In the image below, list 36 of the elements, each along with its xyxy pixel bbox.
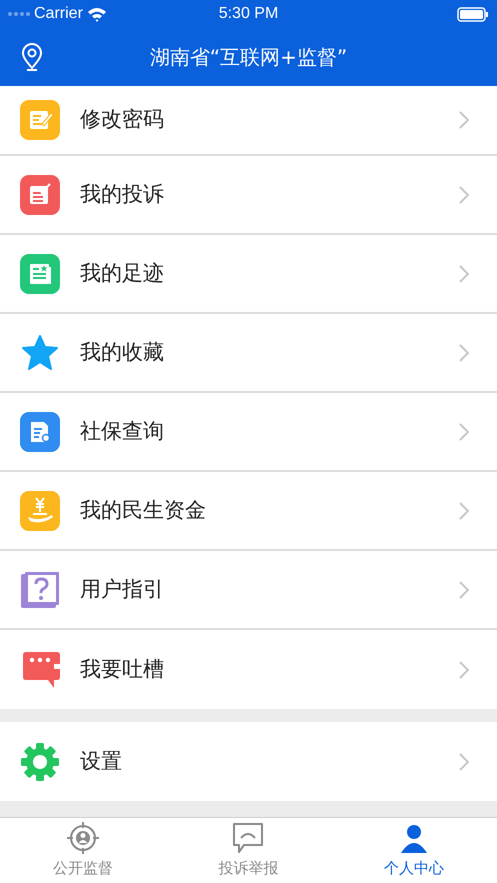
chat-bubble-icon xyxy=(231,821,266,856)
menu-item-label: 我的足迹 xyxy=(80,260,164,287)
chevron-icon xyxy=(459,502,469,520)
menu-item-label: 我的投诉 xyxy=(80,180,164,208)
chat-bubble-icon xyxy=(20,650,60,690)
menu-item-label: 用户指引 xyxy=(80,576,164,603)
menu-item-label: 我的收藏 xyxy=(80,338,164,366)
chevron-icon xyxy=(459,660,469,678)
tab-item[interactable]: 个人中心 xyxy=(331,818,497,883)
menu-item-label: 修改密码 xyxy=(80,106,164,134)
location-pin-icon[interactable] xyxy=(20,43,44,71)
chevron-icon xyxy=(459,752,469,770)
time-text: 5:30 PM xyxy=(218,4,278,24)
target-person-icon xyxy=(66,821,100,856)
question-icon xyxy=(20,570,60,610)
chevron-icon xyxy=(459,264,469,282)
chevron-icon xyxy=(459,580,469,598)
app-title: 湖南省“互联网+监督” xyxy=(150,44,348,71)
menu-item-label: 我要吐槽 xyxy=(80,656,164,683)
menu-item-label: 社保查询 xyxy=(80,418,164,445)
carrier-text: Carrier xyxy=(34,4,83,24)
chevron-icon xyxy=(459,422,469,440)
document-pen-icon xyxy=(20,174,60,214)
battery-icon xyxy=(457,6,489,22)
signal-icon xyxy=(8,12,30,16)
star-icon xyxy=(20,332,60,372)
chevron-icon xyxy=(459,186,469,204)
document-search-icon xyxy=(20,412,60,452)
chevron-icon xyxy=(459,111,469,129)
menu-item-label: 设置 xyxy=(80,748,122,775)
edit-note-icon xyxy=(20,100,60,140)
wifi-icon xyxy=(86,6,107,22)
gear-icon xyxy=(20,742,60,782)
menu-item-label: 我的民生资金 xyxy=(80,496,206,524)
hand-yen-icon xyxy=(20,490,60,530)
chevron-icon xyxy=(459,344,469,362)
